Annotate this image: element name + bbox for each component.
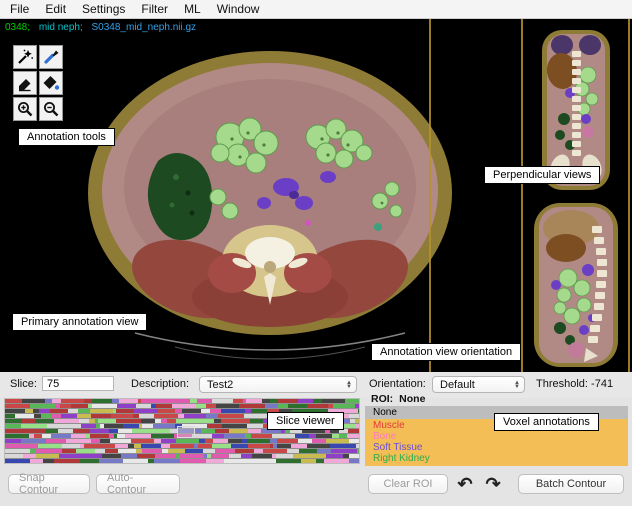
eraser-icon — [16, 74, 34, 92]
app-window: File Edit Settings Filter ML Window 0348; mid… — [0, 0, 632, 506]
callout-view-orientation: Annotation view orientation — [371, 343, 521, 361]
undo-icon: ↶ — [457, 474, 472, 495]
menu-item-filter[interactable]: Filter — [141, 2, 168, 16]
slice-label: Slice: — [10, 378, 37, 390]
brush-tool-button[interactable] — [39, 45, 63, 69]
slice-marker[interactable] — [177, 426, 195, 438]
batch-contour-button[interactable]: Batch Contour — [518, 474, 624, 494]
filename: S0348_mid_neph.nii.gz — [92, 22, 197, 33]
orientation-label: Orientation: — [369, 378, 426, 390]
callout-perpendicular-views: Perpendicular views — [484, 166, 600, 184]
undo-button[interactable]: ↶ — [452, 471, 478, 497]
magic-wand-icon — [16, 48, 34, 66]
slice-viewer[interactable] — [4, 398, 360, 464]
status-line: 0348; mid neph; S0348_mid_neph.nii.gz — [5, 22, 196, 33]
roi-header: ROI: None — [365, 392, 628, 406]
roi-item-bone[interactable]: Bone — [365, 431, 628, 442]
threshold-label-text: Threshold: — [536, 378, 588, 390]
orientation-select[interactable]: Default ▲▼ — [432, 376, 525, 393]
callout-annotation-tools: Annotation tools — [18, 128, 115, 146]
description-select[interactable]: Test2 ▲▼ — [199, 376, 357, 393]
redo-icon: ↷ — [485, 474, 500, 495]
callout-slice-viewer: Slice viewer — [267, 412, 344, 430]
redo-button[interactable]: ↷ — [480, 471, 506, 497]
chevron-up-down-icon: ▲▼ — [514, 381, 520, 389]
auto-contour-button[interactable]: Auto-Contour — [96, 474, 180, 494]
divider-line-left — [429, 19, 431, 372]
case-id: 0348; — [5, 22, 30, 33]
roi-item-right-kidney[interactable]: Right Kidney — [365, 453, 628, 464]
clear-roi-button[interactable]: Clear ROI — [368, 474, 448, 494]
zoom-in-icon — [16, 100, 34, 118]
fill-tool-button[interactable] — [39, 71, 63, 95]
slice-input[interactable] — [42, 376, 114, 391]
brush-icon — [42, 48, 60, 66]
zoom-in-tool-button[interactable] — [13, 97, 37, 121]
sagittal-view[interactable] — [526, 200, 626, 370]
roi-item-soft-tissue[interactable]: Soft Tissue — [365, 442, 628, 453]
fill-bucket-icon — [42, 74, 60, 92]
description-label: Description: — [131, 378, 189, 390]
eraser-tool-button[interactable] — [13, 71, 37, 95]
zoom-out-icon — [42, 100, 60, 118]
chevron-up-down-icon: ▲▼ — [346, 381, 352, 389]
menu-item-window[interactable]: Window — [217, 2, 260, 16]
zoom-out-tool-button[interactable] — [39, 97, 63, 121]
threshold-label: Threshold: -741 — [536, 378, 613, 390]
menu-item-edit[interactable]: Edit — [45, 2, 66, 16]
snap-contour-button[interactable]: Snap Contour — [8, 474, 90, 494]
menu-item-settings[interactable]: Settings — [82, 2, 125, 16]
orientation-select-value: Default — [440, 379, 509, 391]
menubar: File Edit Settings Filter ML Window — [0, 0, 632, 19]
menu-item-ml[interactable]: ML — [184, 2, 201, 16]
description-select-value: Test2 — [207, 379, 341, 391]
callout-primary-view: Primary annotation view — [12, 313, 147, 331]
case-tag: mid neph; — [39, 22, 83, 33]
roi-header-label: ROI: — [371, 393, 393, 405]
divider-line-right — [628, 19, 630, 372]
menu-item-file[interactable]: File — [10, 2, 29, 16]
callout-voxel-annotations: Voxel annotations — [494, 413, 599, 431]
threshold-value: -741 — [591, 378, 613, 390]
roi-current-value: None — [399, 393, 425, 405]
divider-line-mid — [521, 19, 523, 372]
annotation-toolbox — [13, 45, 63, 121]
magic-wand-tool-button[interactable] — [13, 45, 37, 69]
